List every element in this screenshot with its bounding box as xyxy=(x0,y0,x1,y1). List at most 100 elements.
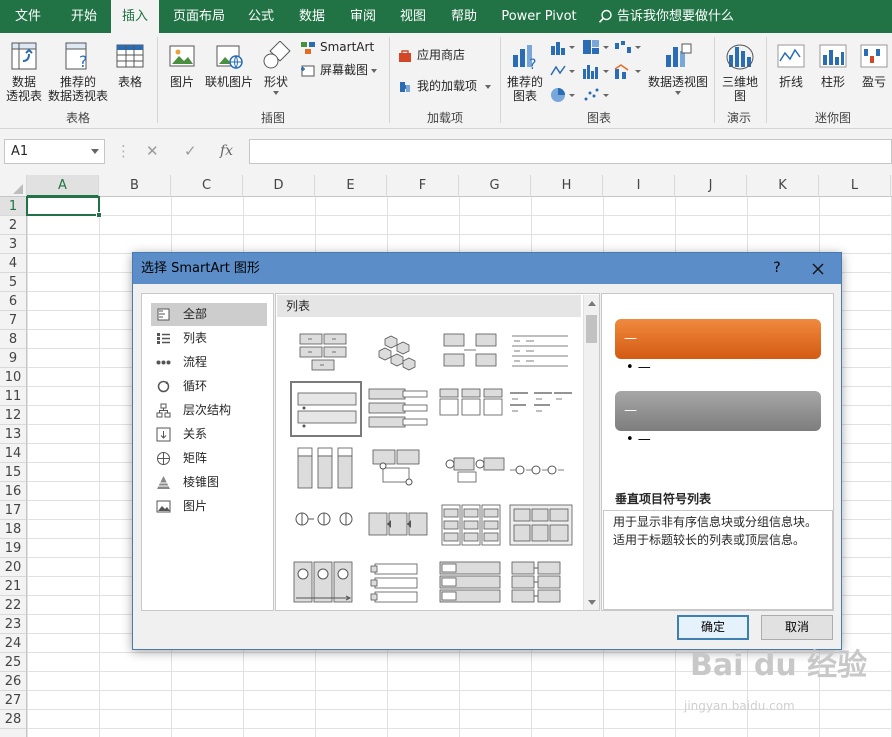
waterfall-chart-icon[interactable] xyxy=(614,39,642,55)
row-header-14[interactable]: 14 xyxy=(0,444,26,463)
enter-check-icon[interactable]: ✓ xyxy=(184,139,197,164)
row-header-6[interactable]: 6 xyxy=(0,292,26,311)
line-chart-icon[interactable] xyxy=(550,63,576,79)
row-header-21[interactable]: 21 xyxy=(0,577,26,596)
row-header-27[interactable]: 27 xyxy=(0,691,26,710)
tab-power-pivot[interactable]: Power Pivot xyxy=(496,0,582,33)
column-header-k[interactable]: K xyxy=(747,175,819,197)
name-box[interactable]: A1 xyxy=(4,139,105,164)
3d-map-button[interactable]: 三维地 图 xyxy=(718,41,762,103)
column-header-g[interactable]: G xyxy=(459,175,531,197)
combo-chart-icon[interactable] xyxy=(614,63,642,79)
sparkline-column-button[interactable]: 柱形 xyxy=(814,41,852,89)
row-header-5[interactable]: 5 xyxy=(0,273,26,292)
tell-me-box[interactable]: 告诉我你想要做什么 xyxy=(598,0,734,33)
category-process[interactable]: 流程 xyxy=(151,351,267,374)
layout-thumbnail[interactable] xyxy=(290,442,362,498)
row-header-24[interactable]: 24 xyxy=(0,634,26,653)
category-matrix[interactable]: 矩阵 xyxy=(151,447,267,470)
close-icon[interactable] xyxy=(809,260,827,278)
hierarchy-chart-icon[interactable] xyxy=(582,39,610,55)
row-header-15[interactable]: 15 xyxy=(0,463,26,482)
layout-thumbnail[interactable] xyxy=(436,326,508,382)
layout-thumbnail[interactable] xyxy=(506,381,578,437)
row-header-17[interactable]: 17 xyxy=(0,501,26,520)
category-pyramid[interactable]: 棱锥图 xyxy=(151,471,267,494)
gallery-scrollbar[interactable] xyxy=(583,295,599,610)
scroll-thumb[interactable] xyxy=(586,315,597,343)
column-header-j[interactable]: J xyxy=(675,175,747,197)
recommended-pivot-button[interactable]: ? 推荐的 数据透视表 xyxy=(48,41,108,103)
row-header-4[interactable]: 4 xyxy=(0,254,26,273)
pie-chart-icon[interactable] xyxy=(550,87,576,103)
layout-thumbnail[interactable] xyxy=(506,499,578,555)
recommended-charts-button[interactable]: ? 推荐的 图表 xyxy=(504,41,546,103)
row-header-11[interactable]: 11 xyxy=(0,387,26,406)
ok-button[interactable]: 确定 xyxy=(677,615,749,640)
insert-function-icon[interactable]: fx xyxy=(220,139,233,164)
row-header-25[interactable]: 25 xyxy=(0,653,26,672)
sparkline-line-button[interactable]: 折线 xyxy=(772,41,810,89)
column-header-i[interactable]: I xyxy=(603,175,675,197)
statistic-chart-icon[interactable] xyxy=(582,63,610,79)
scroll-up-icon[interactable] xyxy=(588,301,596,306)
row-header-1[interactable]: 1 xyxy=(0,197,26,216)
layout-thumbnail[interactable] xyxy=(436,499,508,555)
online-pictures-button[interactable]: 联机图片 xyxy=(203,41,255,89)
category-hierarchy[interactable]: 层次结构 xyxy=(151,399,267,422)
tab-home[interactable]: 开始 xyxy=(58,0,110,33)
scatter-chart-icon[interactable] xyxy=(582,87,610,103)
layout-thumbnail[interactable] xyxy=(363,442,435,498)
layout-thumbnail[interactable] xyxy=(436,381,508,437)
category-cycle[interactable]: 循环 xyxy=(151,375,267,398)
my-addins-button[interactable]: 我的加载项 xyxy=(397,76,492,96)
tab-data[interactable]: 数据 xyxy=(289,0,335,33)
layout-thumbnail[interactable] xyxy=(290,326,362,382)
column-header-l[interactable]: L xyxy=(819,175,891,197)
tab-help[interactable]: 帮助 xyxy=(441,0,487,33)
layout-thumbnail-selected[interactable] xyxy=(290,381,362,437)
column-header-h[interactable]: H xyxy=(531,175,603,197)
layout-thumbnail[interactable] xyxy=(363,381,435,437)
row-header-22[interactable]: 22 xyxy=(0,596,26,615)
active-cell-a1[interactable] xyxy=(26,196,102,218)
layout-thumbnail[interactable] xyxy=(506,442,578,498)
layout-thumbnail[interactable] xyxy=(436,556,508,610)
tab-view[interactable]: 视图 xyxy=(390,0,436,33)
category-all[interactable]: 全部 xyxy=(151,303,267,326)
category-list[interactable]: 列表 xyxy=(151,327,267,350)
row-header-18[interactable]: 18 xyxy=(0,520,26,539)
smartart-button[interactable]: SmartArt xyxy=(300,37,374,57)
fill-handle[interactable] xyxy=(96,212,102,218)
scroll-down-icon[interactable] xyxy=(588,600,596,605)
column-header-c[interactable]: C xyxy=(171,175,243,197)
row-header-10[interactable]: 10 xyxy=(0,368,26,387)
chevron-down-icon[interactable] xyxy=(91,149,99,154)
row-header-20[interactable]: 20 xyxy=(0,558,26,577)
row-header-16[interactable]: 16 xyxy=(0,482,26,501)
column-header-f[interactable]: F xyxy=(387,175,459,197)
layout-thumbnail[interactable] xyxy=(506,556,578,610)
dialog-titlebar[interactable]: 选择 SmartArt 图形 ? xyxy=(133,253,841,284)
row-header-28[interactable]: 28 xyxy=(0,710,26,729)
table-button[interactable]: 表格 xyxy=(112,41,148,89)
row-header-12[interactable]: 12 xyxy=(0,406,26,425)
help-button[interactable]: ? xyxy=(767,253,787,284)
pivot-table-button[interactable]: 数据 透视表 xyxy=(4,41,44,103)
row-header-9[interactable]: 9 xyxy=(0,349,26,368)
layout-thumbnail[interactable] xyxy=(436,442,508,498)
pivot-chart-button[interactable]: 数据透视图 xyxy=(646,41,710,95)
tab-file[interactable]: 文件 xyxy=(4,0,52,33)
cancel-icon[interactable]: ✕ xyxy=(146,139,159,164)
layout-thumbnail[interactable] xyxy=(363,556,435,610)
layout-thumbnail[interactable] xyxy=(506,326,578,382)
layout-thumbnail[interactable] xyxy=(363,326,435,382)
screenshot-button[interactable]: 屏幕截图 xyxy=(300,60,378,80)
row-header-3[interactable]: 3 xyxy=(0,235,26,254)
layout-thumbnail[interactable] xyxy=(363,499,435,555)
column-chart-icon[interactable] xyxy=(550,39,576,55)
row-header-7[interactable]: 7 xyxy=(0,311,26,330)
row-header-8[interactable]: 8 xyxy=(0,330,26,349)
store-button[interactable]: 应用商店 xyxy=(397,45,465,65)
category-relationship[interactable]: 关系 xyxy=(151,423,267,446)
